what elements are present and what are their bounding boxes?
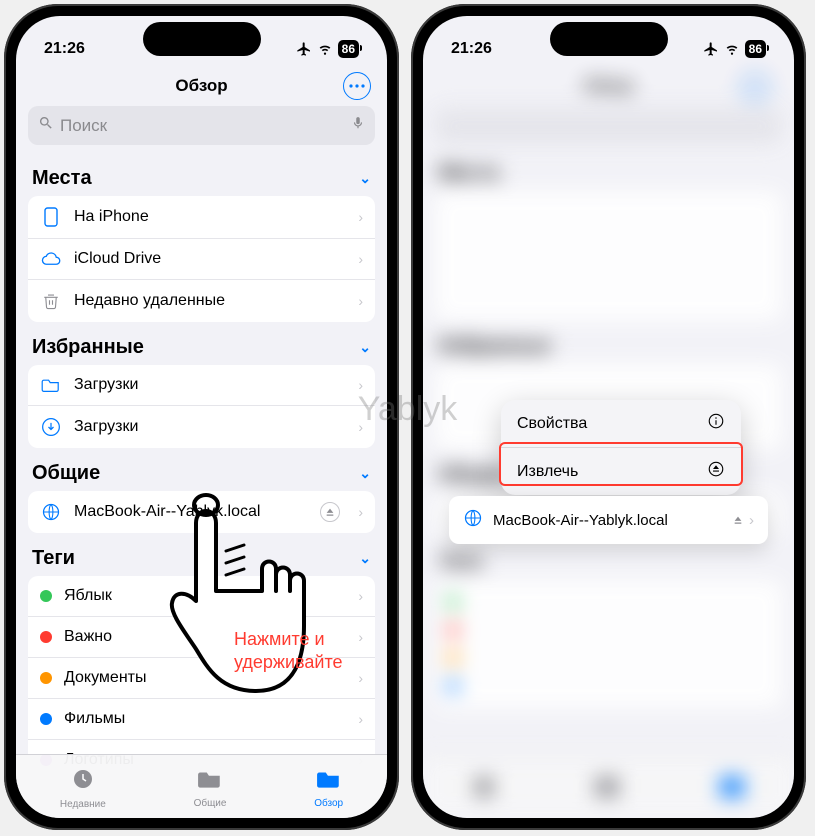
chevron-right-icon: › (358, 293, 363, 309)
phone-left: 21:26 86 Обзор Поиск М (4, 4, 399, 830)
folder-icon (316, 768, 342, 796)
context-menu: Свойства Извлечь (501, 400, 741, 495)
battery-icon: 86 (745, 40, 766, 58)
download-circle-icon (40, 417, 62, 437)
chevron-down-icon: ⌄ (359, 170, 371, 187)
nav-header: Обзор (16, 70, 387, 102)
clock-icon (71, 767, 95, 797)
wifi-icon (316, 42, 334, 56)
chevron-right-icon: › (358, 670, 363, 686)
chevron-down-icon: ⌄ (359, 550, 371, 567)
more-button[interactable] (343, 72, 371, 100)
chevron-right-icon: › (358, 251, 363, 267)
row-icloud-drive[interactable]: iCloud Drive › (28, 239, 375, 280)
info-icon (707, 412, 725, 435)
eject-icon (707, 460, 725, 483)
row-downloads-folder[interactable]: Загрузки › (28, 365, 375, 406)
menu-eject[interactable]: Извлечь (501, 448, 741, 495)
chevron-right-icon: › (358, 209, 363, 225)
globe-icon (40, 502, 62, 522)
row-on-iphone[interactable]: На iPhone › (28, 196, 375, 239)
search-placeholder: Поиск (60, 116, 107, 136)
tab-browse[interactable]: Обзор (314, 768, 343, 809)
section-shared-header[interactable]: Общие ⌄ (28, 448, 375, 491)
row-recently-deleted[interactable]: Недавно удаленные › (28, 280, 375, 322)
status-time: 21:26 (451, 40, 492, 58)
eject-icon[interactable] (320, 502, 340, 522)
tag-dot-icon (40, 672, 52, 684)
mic-icon[interactable] (351, 114, 365, 137)
tag-dot-icon (40, 631, 52, 643)
trash-icon (40, 291, 62, 311)
airplane-icon (703, 41, 719, 57)
section-favorites-header[interactable]: Избранные ⌄ (28, 322, 375, 365)
hint-annotation: Нажмите и удерживайте (234, 628, 343, 673)
section-places-header[interactable]: Места ⌄ (28, 153, 375, 196)
globe-icon (463, 508, 483, 532)
folder-people-icon (197, 768, 223, 796)
tag-dot-icon (40, 713, 52, 725)
chevron-down-icon: ⌄ (359, 465, 371, 482)
tab-shared[interactable]: Общие (194, 768, 227, 809)
row-macbook-server-focused[interactable]: MacBook-Air--Yablyk.local › (449, 496, 768, 544)
chevron-down-icon: ⌄ (359, 339, 371, 356)
wifi-icon (723, 42, 741, 56)
search-field[interactable]: Поиск (28, 106, 375, 145)
row-downloads-circle[interactable]: Загрузки › (28, 406, 375, 448)
tab-bar: Недавние Общие Обзор (16, 754, 387, 818)
chevron-right-icon: › (358, 377, 363, 393)
chevron-right-icon: › (358, 504, 363, 520)
airplane-icon (296, 41, 312, 57)
chevron-right-icon: › (358, 629, 363, 645)
row-macbook-server[interactable]: MacBook-Air--Yablyk.local › (28, 491, 375, 533)
chevron-right-icon: › (358, 588, 363, 604)
dynamic-island (143, 22, 261, 56)
page-title: Обзор (175, 76, 227, 96)
dynamic-island (550, 22, 668, 56)
tab-recent[interactable]: Недавние (60, 767, 106, 810)
status-time: 21:26 (44, 40, 85, 58)
menu-properties[interactable]: Свойства (501, 400, 741, 448)
tag-row[interactable]: Фильмы› (28, 699, 375, 740)
chevron-right-icon: › (358, 419, 363, 435)
search-icon (38, 115, 54, 136)
section-tags-header[interactable]: Теги ⌄ (28, 533, 375, 576)
iphone-icon (40, 207, 62, 227)
cloud-icon (40, 252, 62, 266)
tag-row[interactable]: Яблык› (28, 576, 375, 617)
folder-icon (40, 377, 62, 393)
chevron-right-icon: › (358, 711, 363, 727)
phone-right: 21:26 86 Обзор Места Избранные Общие Тег… (411, 4, 806, 830)
tag-dot-icon (40, 590, 52, 602)
chevron-right-icon: › (749, 512, 754, 529)
battery-icon: 86 (338, 40, 359, 58)
eject-icon[interactable] (733, 512, 743, 529)
